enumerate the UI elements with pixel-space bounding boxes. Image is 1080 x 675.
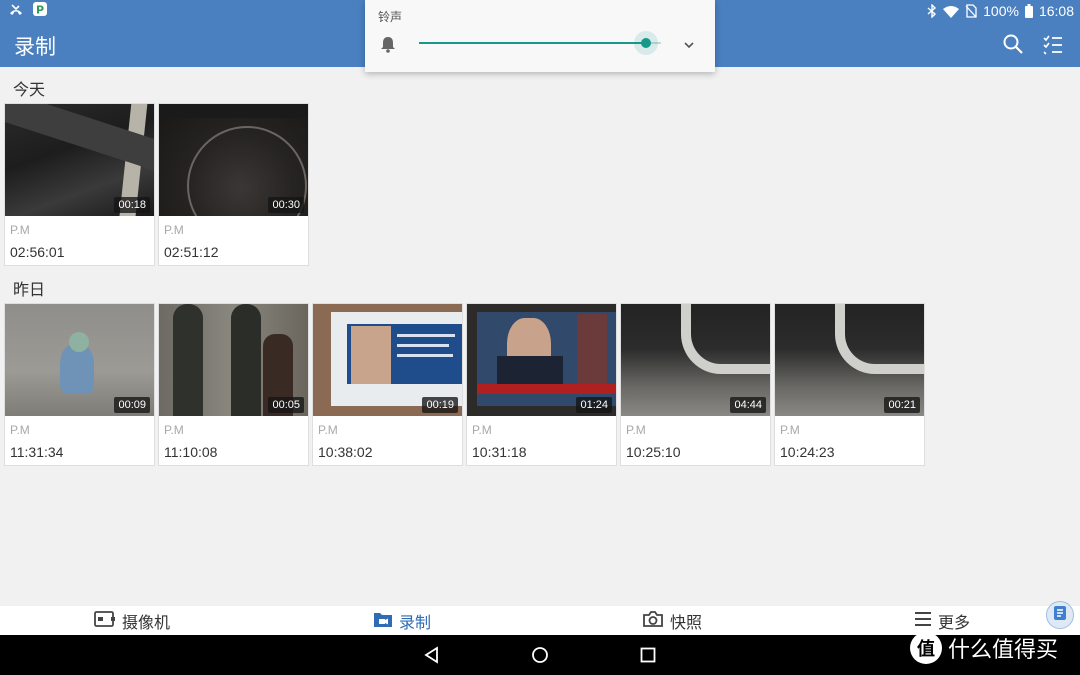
section-header-yesterday: 昨日 — [13, 280, 46, 299]
volume-slider[interactable] — [419, 31, 661, 55]
watermark-text: 什么值得买 — [948, 638, 1059, 663]
recording-item[interactable]: 00:05 P.M 11:10:08 — [158, 303, 309, 466]
volume-label: 铃声 — [378, 10, 403, 24]
tab-label: 快照 — [670, 613, 703, 632]
duration-badge: 04:44 — [730, 397, 766, 413]
tab-recordings[interactable]: 录制 — [373, 610, 431, 632]
page-title: 录制 — [14, 35, 56, 59]
recording-time: 10:25:10 — [626, 444, 681, 460]
tab-snapshots[interactable]: 快照 — [642, 610, 702, 632]
ampm-label: P.M — [10, 423, 30, 437]
recording-time: 11:10:08 — [164, 444, 218, 460]
video-thumbnail: 00:05 — [159, 304, 308, 416]
volume-slider-fill — [419, 42, 647, 44]
ampm-label: P.M — [10, 223, 30, 237]
recording-row-today: 00:18 P.M 02:56:01 00:30 P.M 02:51:12 — [4, 103, 309, 266]
search-icon[interactable] — [1002, 33, 1024, 55]
bottom-tab-bar: 摄像机 录制 快照 更多 — [0, 606, 1080, 635]
recording-time: 10:38:02 — [318, 444, 373, 460]
video-thumbnail: 00:30 — [159, 104, 308, 216]
volume-panel: 铃声 — [365, 0, 715, 72]
duration-badge: 00:18 — [114, 197, 150, 213]
status-bar-notifications: P — [8, 2, 48, 20]
recording-item[interactable]: 00:18 P.M 02:56:01 — [4, 103, 155, 266]
bell-icon[interactable] — [379, 35, 397, 57]
menu-icon — [914, 611, 932, 631]
recording-time: 02:56:01 — [10, 244, 65, 260]
recording-time: 11:31:34 — [10, 444, 64, 460]
battery-icon — [1024, 4, 1033, 18]
video-thumbnail: 04:44 — [621, 304, 770, 416]
recording-item[interactable]: 00:19 P.M 10:38:02 — [312, 303, 463, 466]
recording-time: 02:51:12 — [164, 244, 219, 260]
duration-badge: 00:19 — [422, 397, 458, 413]
recording-row-yesterday: 00:09 P.M 11:31:34 00:05 P.M 11:10:08 00… — [4, 303, 925, 466]
camcorder-icon — [94, 610, 116, 632]
video-thumbnail: 00:09 — [5, 304, 154, 416]
duration-badge: 00:09 — [114, 397, 150, 413]
tab-label: 摄像机 — [122, 613, 171, 632]
watermark: 值 什么值得买 — [910, 632, 1058, 664]
floating-notes-button[interactable] — [1046, 601, 1074, 629]
no-sim-icon — [965, 4, 977, 18]
tab-label: 更多 — [938, 613, 971, 632]
recording-item[interactable]: 00:09 P.M 11:31:34 — [4, 303, 155, 466]
clock: 16:08 — [1038, 3, 1074, 19]
chevron-down-icon[interactable] — [683, 36, 695, 55]
ampm-label: P.M — [626, 423, 646, 437]
video-thumbnail: 00:18 — [5, 104, 154, 216]
ampm-label: P.M — [780, 423, 800, 437]
duration-badge: 01:24 — [576, 397, 612, 413]
duration-badge: 00:05 — [268, 397, 304, 413]
watermark-badge: 值 — [910, 632, 942, 664]
recording-item[interactable]: 01:24 P.M 10:31:18 — [466, 303, 617, 466]
ampm-label: P.M — [164, 223, 184, 237]
notes-icon — [1053, 605, 1067, 625]
recording-item[interactable]: 00:21 P.M 10:24:23 — [774, 303, 925, 466]
video-thumbnail: 00:21 — [775, 304, 924, 416]
duration-badge: 00:30 — [268, 197, 304, 213]
home-icon[interactable] — [530, 645, 550, 665]
recording-item[interactable]: 00:30 P.M 02:51:12 — [158, 103, 309, 266]
ampm-label: P.M — [472, 423, 492, 437]
back-icon[interactable] — [422, 645, 442, 665]
select-list-icon[interactable] — [1042, 33, 1064, 55]
battery-percent: 100% — [983, 3, 1019, 19]
svg-text:P: P — [36, 4, 44, 17]
volume-slider-thumb[interactable] — [634, 31, 659, 55]
ampm-label: P.M — [164, 423, 184, 437]
ampm-label: P.M — [318, 423, 338, 437]
missed-call-icon — [8, 2, 24, 21]
status-bar-system: 100% 16:08 — [927, 1, 1074, 21]
wifi-icon — [943, 5, 960, 18]
duration-badge: 00:21 — [884, 397, 920, 413]
recents-icon[interactable] — [638, 645, 658, 665]
video-thumbnail: 01:24 — [467, 304, 616, 416]
section-header-today: 今天 — [13, 80, 46, 99]
tab-more[interactable]: 更多 — [914, 610, 970, 632]
folder-video-icon — [373, 610, 393, 632]
recording-time: 10:24:23 — [780, 444, 835, 460]
app-notification-icon: P — [32, 1, 48, 21]
recording-item[interactable]: 04:44 P.M 10:25:10 — [620, 303, 771, 466]
tab-camcorder[interactable]: 摄像机 — [94, 610, 170, 632]
recording-time: 10:31:18 — [472, 444, 527, 460]
tab-label: 录制 — [399, 613, 432, 632]
video-thumbnail: 00:19 — [313, 304, 462, 416]
bluetooth-icon — [927, 4, 937, 18]
camera-icon — [642, 610, 664, 632]
